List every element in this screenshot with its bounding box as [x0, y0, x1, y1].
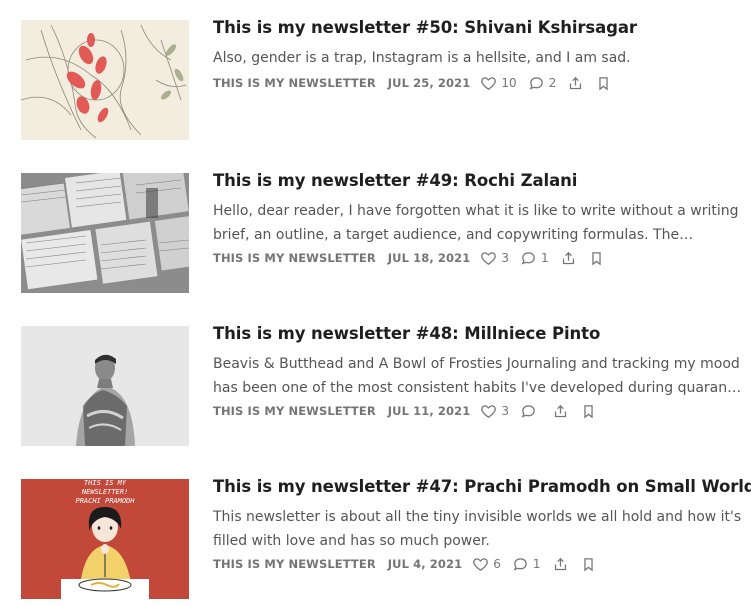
bookmark-button[interactable]: [580, 403, 597, 420]
bookmark-button[interactable]: [595, 75, 612, 92]
like-button[interactable]: 6: [472, 556, 501, 573]
post-meta: THIS IS MY NEWSLETTER JUL 25, 2021 10 2: [213, 73, 623, 93]
post-excerpt-line: Hello, dear reader, I have forgotten wha…: [213, 203, 739, 219]
post-thumbnail[interactable]: [21, 20, 189, 140]
post-meta: THIS IS MY NEWSLETTER JUL 18, 2021 3 1: [213, 248, 616, 268]
post-item[interactable]: This is my newsletter #48: Millniece Pin…: [0, 324, 751, 448]
like-count: 6: [493, 557, 501, 571]
bookmark-icon: [583, 557, 593, 571]
bookmark-icon: [584, 404, 593, 418]
share-icon: [562, 251, 574, 264]
thumbnail-text: THIS IS MY: [84, 479, 127, 487]
like-button[interactable]: 3: [480, 403, 509, 420]
comment-icon: [529, 76, 543, 90]
publication-name[interactable]: THIS IS MY NEWSLETTER: [213, 76, 376, 90]
like-button[interactable]: 10: [480, 75, 517, 92]
bookmark-icon: [599, 76, 608, 90]
share-icon: [570, 76, 582, 89]
like-count: 3: [501, 251, 509, 265]
post-meta: THIS IS MY NEWSLETTER JUL 4, 2021 6 1: [213, 554, 608, 574]
share-button[interactable]: [552, 556, 569, 573]
comment-button[interactable]: 2: [528, 75, 557, 92]
post-excerpt-line: brief, an outline, a target audience, an…: [213, 227, 694, 243]
publication-name[interactable]: THIS IS MY NEWSLETTER: [213, 404, 376, 418]
post-title[interactable]: This is my newsletter #49: Rochi Zalani: [213, 171, 577, 190]
post-meta: THIS IS MY NEWSLETTER JUL 11, 2021 3: [213, 401, 608, 421]
comment-icon: [521, 251, 535, 265]
like-count: 3: [501, 404, 509, 418]
post-thumbnail[interactable]: [21, 173, 189, 293]
post-title[interactable]: This is my newsletter #47: Prachi Pramod…: [213, 477, 751, 496]
share-button[interactable]: [560, 250, 577, 267]
post-date: JUL 4, 2021: [387, 557, 463, 571]
comment-count: 2: [548, 76, 557, 90]
post-excerpt-line: has been one of the most consistent habi…: [213, 380, 745, 396]
comment-icon: [513, 557, 527, 571]
post-excerpt-line: This newsletter is about all the tiny in…: [213, 509, 742, 525]
share-icon: [554, 404, 567, 417]
like-button[interactable]: 3: [480, 250, 509, 267]
comment-count: 1: [540, 251, 549, 265]
post-item[interactable]: This is my newsletter #49: Rochi Zalani …: [0, 171, 751, 295]
heart-icon: [481, 404, 497, 418]
comment-count: 1: [532, 557, 541, 571]
share-button[interactable]: [552, 403, 569, 420]
share-icon: [554, 557, 566, 570]
post-excerpt-line: Beavis & Butthead and A Bowl of Frosties…: [213, 356, 740, 372]
post-thumbnail[interactable]: THIS IS MY NEWSLETTER! PRACHI PRAMODH: [21, 479, 189, 599]
post-item[interactable]: This is my newsletter #50: Shivani Kshir…: [0, 18, 751, 142]
comment-button[interactable]: [520, 403, 541, 420]
thumbnail-text: NEWSLETTER!: [81, 488, 128, 496]
post-item[interactable]: THIS IS MY NEWSLETTER! PRACHI PRAMODH Th…: [0, 477, 751, 601]
thumbnail-text: PRACHI PRAMODH: [75, 497, 135, 505]
post-excerpt-line: Also, gender is a trap, Instagram is a h…: [213, 50, 631, 66]
comment-icon: [521, 404, 535, 418]
post-excerpt[interactable]: Also, gender is a trap, Instagram is a h…: [213, 46, 745, 70]
heart-icon: [481, 76, 497, 90]
post-title[interactable]: This is my newsletter #50: Shivani Kshir…: [213, 18, 637, 37]
comment-button[interactable]: 1: [512, 556, 541, 573]
post-excerpt[interactable]: Hello, dear reader, I have forgotten wha…: [213, 199, 745, 247]
post-title[interactable]: This is my newsletter #48: Millniece Pin…: [213, 324, 600, 343]
post-thumbnail[interactable]: [21, 326, 189, 446]
like-count: 10: [501, 76, 517, 90]
post-excerpt[interactable]: This newsletter is about all the tiny in…: [213, 505, 745, 553]
publication-name[interactable]: THIS IS MY NEWSLETTER: [213, 557, 376, 571]
post-excerpt-line: filled with love and has so much power.: [213, 533, 490, 549]
comment-button[interactable]: 1: [520, 250, 549, 267]
publication-name[interactable]: THIS IS MY NEWSLETTER: [213, 251, 376, 265]
bookmark-icon: [591, 251, 601, 265]
post-excerpt[interactable]: Beavis & Butthead and A Bowl of Frosties…: [213, 352, 745, 400]
post-date: JUL 25, 2021: [387, 76, 471, 90]
heart-icon: [481, 251, 497, 265]
share-button[interactable]: [567, 75, 584, 92]
post-date: JUL 11, 2021: [387, 404, 471, 418]
bookmark-button[interactable]: [580, 556, 597, 573]
heart-icon: [473, 557, 489, 571]
bookmark-button[interactable]: [588, 250, 605, 267]
post-date: JUL 18, 2021: [387, 251, 471, 265]
